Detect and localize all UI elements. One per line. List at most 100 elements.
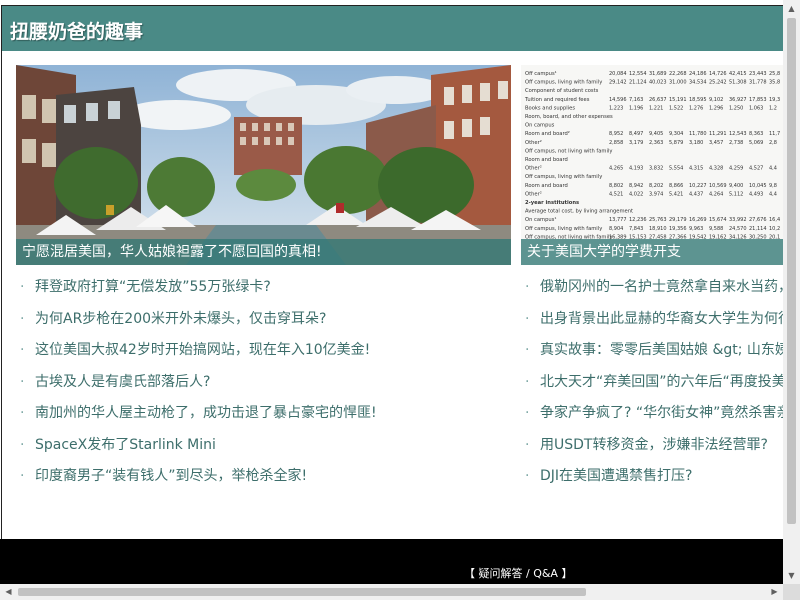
table-cell: 10,227 — [689, 183, 707, 189]
table-cell: 3,832 — [649, 166, 663, 172]
news-link[interactable]: DJI在美国遭遇禁售打压? — [540, 468, 692, 484]
news-link[interactable]: SpaceX发布了Starlink Mini — [35, 437, 216, 453]
scroll-right-arrow-icon[interactable]: ▶ — [766, 584, 783, 600]
news-link[interactable]: 南加州的华人屋主动枪了，成功击退了暴占豪宅的悍匪! — [35, 405, 377, 421]
scroll-down-arrow-icon[interactable]: ▼ — [783, 567, 800, 584]
news-item[interactable]: · 古埃及人是有虞氏部落后人? — [20, 371, 510, 403]
site-footer: 【 疑问解答 / Q&A 】 — [0, 539, 783, 584]
table-cell: 1,063 — [749, 105, 763, 111]
table-cell: 1,276 — [689, 105, 703, 111]
table-cell: 1,2 — [769, 105, 777, 111]
table-row-label: Room and board — [525, 157, 568, 163]
table-row-label: Tuition and required fees — [524, 97, 590, 103]
table-cell: 40,023 — [649, 80, 667, 86]
table-cell: 21,124 — [629, 80, 647, 86]
table-cell: 23,443 — [749, 71, 767, 77]
news-link[interactable]: 争家产争疯了? “华尔街女神”竟然杀害亲 — [540, 405, 784, 421]
news-item[interactable]: · 这位美国大叔42岁时开始搞网站，现在年入10亿美金! — [20, 339, 510, 371]
news-item[interactable]: · 南加州的华人屋主动枪了，成功击退了暴占豪宅的悍匪! — [20, 402, 510, 434]
vertical-scrollbar[interactable]: ▲ ▼ — [783, 0, 800, 584]
table-cell: 10,569 — [709, 183, 727, 189]
table-row-label: On campus — [525, 123, 555, 129]
table-cell: 5,069 — [749, 140, 763, 146]
qa-footer-link[interactable]: 【 疑问解答 / Q&A 】 — [464, 565, 572, 581]
site-title[interactable]: 扭腰奶爸的趣事 — [10, 17, 143, 44]
news-link[interactable]: 真实故事：零零后美国姑娘 &gt; 山东姨 — [540, 342, 784, 358]
news-item[interactable]: · 北大天才“弃美回国”的六年后“再度投美 — [525, 371, 784, 403]
news-item[interactable]: · 出身背景出此显赫的华裔女大学生为何行 — [525, 308, 784, 340]
feature-caption-right[interactable]: 关于美国大学的学费开支 — [521, 239, 784, 265]
table-cell: 5,879 — [669, 140, 683, 146]
vertical-scroll-thumb[interactable] — [787, 18, 796, 524]
news-link[interactable]: 这位美国大叔42岁时开始搞网站，现在年入10亿美金! — [35, 342, 370, 358]
table-cell: 19,3 — [769, 97, 780, 103]
news-link[interactable]: 出身背景出此显赫的华裔女大学生为何行 — [540, 311, 784, 327]
table-cell: 11,291 — [709, 131, 727, 137]
table-cell: 42,415 — [729, 71, 747, 77]
table-cell: 9,400 — [729, 183, 743, 189]
news-item[interactable]: · 俄勒冈州的一名护士竟然拿自来水当药， — [525, 276, 784, 308]
table-cell: 8,904 — [609, 226, 623, 232]
table-row-label: On campus¹ — [525, 217, 556, 223]
table-cell: 12,236 — [629, 217, 647, 223]
table-row-label: Room, board, and other expenses — [525, 114, 613, 120]
table-cell: 26,637 — [649, 97, 667, 103]
feature-caption-left[interactable]: 宁愿混居美国，华人姑娘袒露了不愿回国的真相! — [16, 239, 511, 265]
news-item[interactable]: · SpaceX发布了Starlink Mini — [20, 434, 510, 466]
table-cell: 16,4 — [769, 217, 780, 223]
horizontal-scrollbar[interactable]: ◀ ▶ — [0, 584, 783, 600]
horizontal-scroll-thumb[interactable] — [18, 588, 586, 596]
table-cell: 11,7 — [769, 131, 780, 137]
news-link[interactable]: 北大天才“弃美回国”的六年后“再度投美 — [540, 374, 784, 390]
news-item[interactable]: · 拜登政府打算“无偿发放”55万张绿卡? — [20, 276, 510, 308]
news-link[interactable]: 俄勒冈州的一名护士竟然拿自来水当药， — [540, 279, 784, 295]
news-item[interactable]: · DJI在美国遭遇禁售打压? — [525, 465, 784, 497]
table-cell: 4,259 — [729, 166, 743, 172]
table-cell: 16,269 — [689, 217, 707, 223]
bullet-icon: · — [20, 373, 25, 390]
table-cell: 1,221 — [649, 105, 663, 111]
news-item[interactable]: · 真实故事：零零后美国姑娘 &gt; 山东姨 — [525, 339, 784, 371]
table-cell: 4,4 — [769, 166, 777, 172]
table-cell: 18,910 — [649, 226, 667, 232]
table-row-label: Off campus, living with family — [525, 226, 602, 232]
table-cell: 4,437 — [689, 191, 703, 197]
table-cell: 29,142 — [609, 80, 627, 86]
table-cell: 25,242 — [709, 80, 727, 86]
table-cell: 4,4 — [769, 191, 777, 197]
feature-card-left[interactable]: 宁愿混居美国，华人姑娘袒露了不愿回国的真相! — [16, 65, 511, 265]
news-link[interactable]: 用USDT转移资金，涉嫌非法经营罪? — [540, 437, 768, 453]
bullet-icon: · — [525, 405, 530, 421]
table-cell: 1,196 — [629, 105, 643, 111]
news-link[interactable]: 印度裔男子“装有钱人”到尽头，举枪杀全家! — [35, 468, 307, 484]
news-link[interactable]: 为何AR步枪在200米开外未爆头，仅击穿耳朵? — [35, 311, 326, 327]
bullet-icon: · — [20, 436, 25, 453]
table-row-label: Books and supplies — [525, 105, 575, 111]
table-cell: 31,689 — [649, 71, 667, 77]
table-cell: 4,193 — [629, 166, 643, 172]
scroll-left-arrow-icon[interactable]: ◀ — [0, 584, 17, 600]
table-row-label: Component of student costs — [525, 88, 599, 94]
news-link[interactable]: 古埃及人是有虞氏部落后人? — [35, 374, 210, 390]
news-item[interactable]: · 争家产争疯了? “华尔街女神”竟然杀害亲 — [525, 402, 784, 434]
feature-card-right[interactable]: Off campus¹ 20,084 12,554 31,689 22,268 24,18… — [521, 65, 784, 265]
news-list-left: · 拜登政府打算“无偿发放”55万张绿卡? · 为何AR步枪在200米开外未爆头，仅… — [20, 276, 510, 497]
table-cell: 4,022 — [629, 191, 643, 197]
table-cell: 5,554 — [669, 166, 683, 172]
news-item[interactable]: · 为何AR步枪在200米开外未爆头，仅击穿耳朵? — [20, 308, 510, 340]
bullet-icon: · — [20, 310, 25, 327]
table-cell: 15,191 — [669, 97, 687, 103]
table-cell: 24,186 — [689, 71, 707, 77]
table-cell: 1,296 — [709, 105, 723, 111]
news-item[interactable]: · 用USDT转移资金，涉嫌非法经营罪? — [525, 434, 784, 466]
table-cell: 4,521 — [609, 191, 623, 197]
table-cell: 9,963 — [689, 226, 703, 232]
scroll-up-arrow-icon[interactable]: ▲ — [783, 0, 800, 17]
news-item[interactable]: · 印度裔男子“装有钱人”到尽头，举枪杀全家! — [20, 465, 510, 497]
table-row-label: Room and board — [525, 183, 568, 189]
news-link[interactable]: 拜登政府打算“无偿发放”55万张绿卡? — [35, 279, 271, 295]
table-row-label: Off campus, not living with family — [525, 148, 612, 154]
table-cell: 3,974 — [649, 191, 663, 197]
table-cell: 20,084 — [609, 71, 627, 77]
table-cell: 7,163 — [629, 97, 643, 103]
